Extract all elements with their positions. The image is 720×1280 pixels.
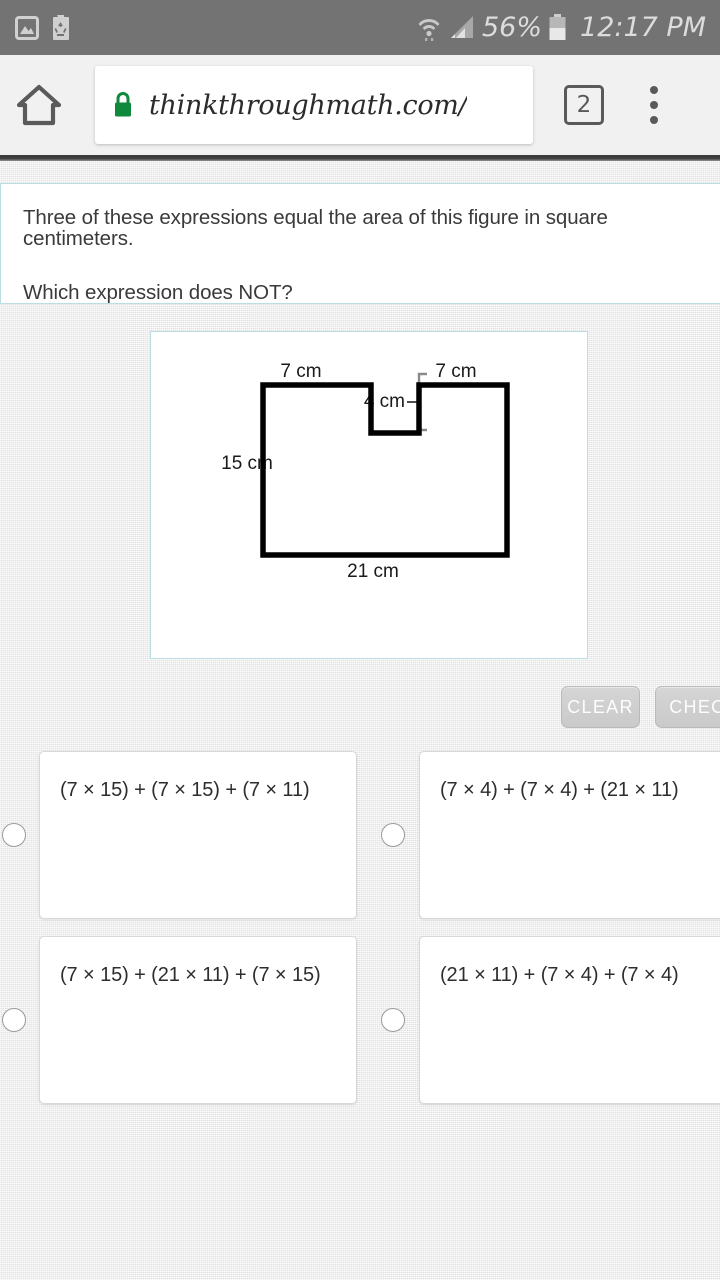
option-row-2: (7 × 15) + (21 × 11) + (7 × 15) (21 × 11…	[0, 936, 720, 1121]
action-button-row: CLEAR CHECK	[0, 686, 720, 732]
option-label-c: (7 × 15) + (21 × 11) + (7 × 15)	[60, 964, 321, 986]
image-icon	[15, 15, 39, 40]
browser-toolbar: thinkthroughmath.com/ 2	[0, 55, 720, 155]
option-radio-a[interactable]	[2, 823, 26, 847]
battery-icon	[549, 14, 566, 40]
cellular-signal-icon	[451, 15, 473, 38]
option-card-c[interactable]: (7 × 15) + (21 × 11) + (7 × 15)	[39, 936, 357, 1104]
figure-panel: 7 cm 7 cm 15 cm 4 cm 21 cm	[150, 331, 588, 659]
url-text: thinkthroughmath.com/	[149, 89, 468, 121]
status-bar-right-cluster: 56% 12:17 PM	[415, 12, 720, 43]
option-radio-b[interactable]	[381, 823, 405, 847]
lock-icon	[115, 92, 131, 117]
answer-options: (7 × 15) + (7 × 15) + (7 × 11) (7 × 4) +…	[0, 751, 720, 1121]
page-content: Three of these expressions equal the are…	[0, 161, 720, 1280]
option-label-d: (21 × 11) + (7 × 4) + (7 × 4)	[440, 964, 679, 986]
menu-dot	[650, 101, 658, 109]
figure-label-top-left: 7 cm	[280, 361, 321, 382]
option-radio-c[interactable]	[2, 1008, 26, 1032]
question-line-2: Which expression does NOT?	[23, 281, 293, 304]
option-card-b[interactable]: (7 × 4) + (7 × 4) + (21 × 11)	[419, 751, 720, 919]
home-button[interactable]	[0, 55, 78, 155]
option-label-a: (7 × 15) + (7 × 15) + (7 × 11)	[60, 779, 310, 801]
menu-dot	[650, 86, 658, 94]
figure-label-bottom: 21 cm	[347, 561, 399, 582]
home-icon	[16, 84, 62, 126]
overflow-menu-icon[interactable]	[650, 86, 658, 124]
status-bar-left-icons	[0, 14, 71, 41]
status-bar: 56% 12:17 PM	[0, 0, 720, 55]
tab-switcher-button[interactable]: 2	[564, 85, 604, 125]
check-button[interactable]: CHECK	[655, 686, 720, 728]
option-card-a[interactable]: (7 × 15) + (7 × 15) + (7 × 11)	[39, 751, 357, 919]
wifi-icon	[418, 18, 440, 41]
menu-dot	[650, 116, 658, 124]
question-card: Three of these expressions equal the are…	[0, 183, 720, 304]
area-figure-diagram: 7 cm 7 cm 15 cm 4 cm 21 cm	[221, 361, 510, 582]
option-row-1: (7 × 15) + (7 × 15) + (7 × 11) (7 × 4) +…	[0, 751, 720, 936]
option-radio-d[interactable]	[381, 1008, 405, 1032]
clear-button[interactable]: CLEAR	[561, 686, 640, 728]
battery-saver-icon	[53, 15, 69, 40]
question-line-1: Three of these expressions equal the are…	[23, 206, 608, 250]
option-card-d[interactable]: (21 × 11) + (7 × 4) + (7 × 4)	[419, 936, 720, 1104]
battery-percent-label: 56%	[482, 12, 543, 43]
option-label-b: (7 × 4) + (7 × 4) + (21 × 11)	[440, 779, 679, 801]
clock-label: 12:17 PM	[580, 12, 706, 43]
address-bar[interactable]: thinkthroughmath.com/	[95, 66, 533, 144]
figure-label-top-right: 7 cm	[435, 361, 476, 382]
